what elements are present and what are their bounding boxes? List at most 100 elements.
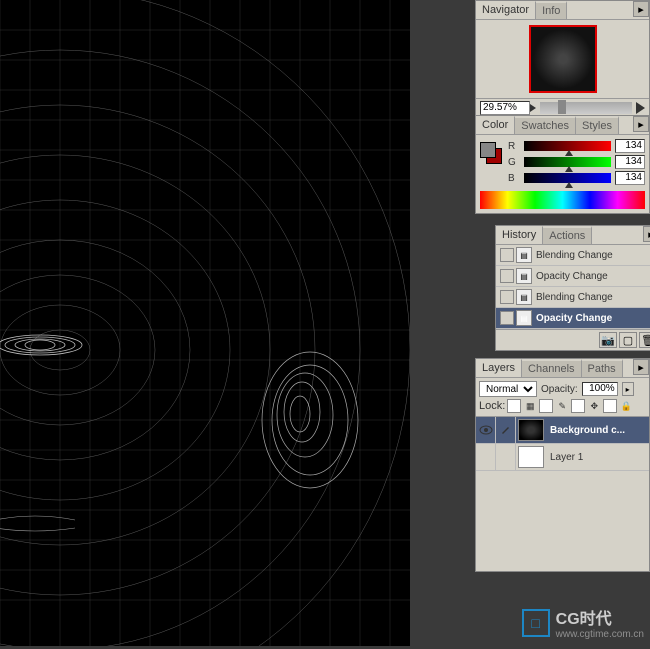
history-checkbox[interactable] bbox=[500, 311, 514, 325]
lock-pixels-checkbox[interactable] bbox=[539, 399, 553, 413]
panel-menu-icon[interactable]: ▸ bbox=[633, 116, 649, 132]
delete-button[interactable]: 🗑 bbox=[639, 332, 650, 348]
layer-thumbnail[interactable] bbox=[518, 446, 544, 468]
slider-thumb-icon[interactable] bbox=[565, 150, 573, 156]
navigator-preview[interactable] bbox=[476, 20, 649, 98]
history-item[interactable]: ▤ Opacity Change bbox=[496, 266, 650, 287]
color-body: R 134 G 134 B 134 bbox=[476, 135, 649, 213]
zoom-out-icon[interactable] bbox=[530, 104, 536, 112]
layer-link-toggle[interactable] bbox=[496, 417, 516, 443]
watermark-url: www.cgtime.com.cn bbox=[556, 629, 644, 640]
tab-history[interactable]: History bbox=[496, 226, 543, 244]
history-checkbox[interactable] bbox=[500, 248, 514, 262]
panel-menu-icon[interactable]: ▸ bbox=[633, 359, 649, 375]
wireframe-face-render bbox=[0, 0, 410, 646]
move-icon: ✥ bbox=[587, 399, 601, 413]
lock-transparency-icon: ▦ bbox=[523, 399, 537, 413]
wireframe-svg bbox=[0, 0, 410, 646]
color-swatch-pair bbox=[480, 142, 504, 184]
tab-swatches[interactable]: Swatches bbox=[515, 116, 576, 134]
layers-empty-area bbox=[476, 471, 649, 571]
b-value-input[interactable]: 134 bbox=[615, 171, 645, 185]
layer-name: Background c... bbox=[546, 425, 625, 436]
lock-label: Lock: bbox=[479, 400, 505, 412]
history-tabs: History Actions ▸ bbox=[496, 226, 650, 245]
brush-icon bbox=[501, 425, 511, 435]
g-label: G bbox=[508, 157, 520, 168]
g-value-input[interactable]: 134 bbox=[615, 155, 645, 169]
tab-color[interactable]: Color bbox=[476, 116, 515, 134]
history-item[interactable]: ▤ Blending Change bbox=[496, 245, 650, 266]
b-slider[interactable] bbox=[524, 173, 611, 183]
history-checkbox[interactable] bbox=[500, 269, 514, 283]
layers-list: Background c... Layer 1 bbox=[476, 417, 649, 471]
color-panel: Color Swatches Styles ▸ R 134 G 134 bbox=[475, 115, 650, 214]
navigator-tabs: Navigator Info ▸ bbox=[476, 1, 649, 20]
navigator-thumbnail-image bbox=[533, 29, 593, 89]
slider-thumb-icon[interactable] bbox=[565, 166, 573, 172]
r-slider[interactable] bbox=[524, 141, 611, 151]
brush-icon: ✎ bbox=[555, 399, 569, 413]
opacity-dropdown-icon[interactable]: ▸ bbox=[622, 382, 634, 396]
history-step-icon: ▤ bbox=[516, 289, 532, 305]
document-viewport[interactable]: _ □ × bbox=[0, 0, 410, 646]
history-step-icon: ▤ bbox=[516, 268, 532, 284]
watermark: □ CG时代 www.cgtime.com.cn bbox=[522, 605, 644, 640]
history-item-label: Blending Change bbox=[536, 250, 613, 261]
foreground-swatch[interactable] bbox=[480, 142, 496, 158]
zoom-slider-thumb[interactable] bbox=[558, 100, 566, 114]
layer-name: Layer 1 bbox=[546, 452, 583, 463]
layers-panel: Layers Channels Paths ▸ Normal Opacity: … bbox=[475, 358, 650, 572]
history-item-label: Opacity Change bbox=[536, 271, 608, 282]
zoom-slider[interactable] bbox=[540, 102, 632, 114]
history-item-label: Opacity Change bbox=[536, 313, 612, 324]
color-ramp[interactable] bbox=[480, 191, 645, 209]
layers-controls: Normal Opacity: 100% ▸ Lock: ▦ ✎ ✥ 🔒 bbox=[476, 378, 649, 417]
lock-position-checkbox[interactable] bbox=[571, 399, 585, 413]
slider-thumb-icon[interactable] bbox=[565, 182, 573, 188]
layers-tabs: Layers Channels Paths ▸ bbox=[476, 359, 649, 378]
history-checkbox[interactable] bbox=[500, 290, 514, 304]
layer-link-toggle[interactable] bbox=[496, 444, 516, 470]
zoom-value-input[interactable]: 29.57% bbox=[480, 101, 530, 115]
tab-styles[interactable]: Styles bbox=[576, 116, 619, 134]
panel-menu-icon[interactable]: ▸ bbox=[633, 1, 649, 17]
tab-layers[interactable]: Layers bbox=[476, 359, 522, 377]
history-step-icon: ▤ bbox=[516, 310, 532, 326]
opacity-label: Opacity: bbox=[541, 384, 578, 395]
layer-item[interactable]: Layer 1 bbox=[476, 444, 649, 471]
lock-all-checkbox[interactable] bbox=[603, 399, 617, 413]
lock-transparency-checkbox[interactable] bbox=[507, 399, 521, 413]
history-panel: History Actions ▸ ▤ Blending Change ▤ Op… bbox=[495, 225, 650, 351]
b-label: B bbox=[508, 173, 520, 184]
lock-icon: 🔒 bbox=[619, 399, 633, 413]
navigator-thumbnail[interactable] bbox=[529, 25, 597, 93]
layer-thumbnail[interactable] bbox=[518, 419, 544, 441]
zoom-in-icon[interactable] bbox=[636, 102, 645, 114]
layer-item[interactable]: Background c... bbox=[476, 417, 649, 444]
new-state-button[interactable]: ▢ bbox=[619, 332, 637, 348]
history-item[interactable]: ▤ Blending Change bbox=[496, 287, 650, 308]
history-footer: 📷 ▢ 🗑 bbox=[496, 329, 650, 350]
tab-channels[interactable]: Channels bbox=[522, 359, 581, 377]
tab-actions[interactable]: Actions bbox=[543, 226, 592, 244]
navigator-panel: Navigator Info ▸ 29.57% bbox=[475, 0, 650, 118]
opacity-input[interactable]: 100% bbox=[582, 382, 618, 396]
layer-visibility-toggle[interactable] bbox=[476, 417, 496, 443]
history-item[interactable]: ▤ Opacity Change bbox=[496, 308, 650, 329]
r-label: R bbox=[508, 141, 520, 152]
history-list: ▤ Blending Change ▤ Opacity Change ▤ Ble… bbox=[496, 245, 650, 329]
new-snapshot-button[interactable]: 📷 bbox=[599, 332, 617, 348]
r-value-input[interactable]: 134 bbox=[615, 139, 645, 153]
layer-visibility-toggle[interactable] bbox=[476, 444, 496, 470]
blend-mode-select[interactable]: Normal bbox=[479, 381, 537, 397]
tab-navigator[interactable]: Navigator bbox=[476, 1, 536, 19]
panel-menu-icon[interactable]: ▸ bbox=[643, 226, 650, 242]
rgb-sliders: R 134 G 134 B 134 bbox=[508, 139, 645, 187]
watermark-brand: CG时代 bbox=[556, 605, 644, 629]
g-slider[interactable] bbox=[524, 157, 611, 167]
watermark-logo-icon: □ bbox=[522, 609, 550, 637]
tab-paths[interactable]: Paths bbox=[582, 359, 623, 377]
tab-info[interactable]: Info bbox=[536, 1, 567, 19]
history-item-label: Blending Change bbox=[536, 292, 613, 303]
